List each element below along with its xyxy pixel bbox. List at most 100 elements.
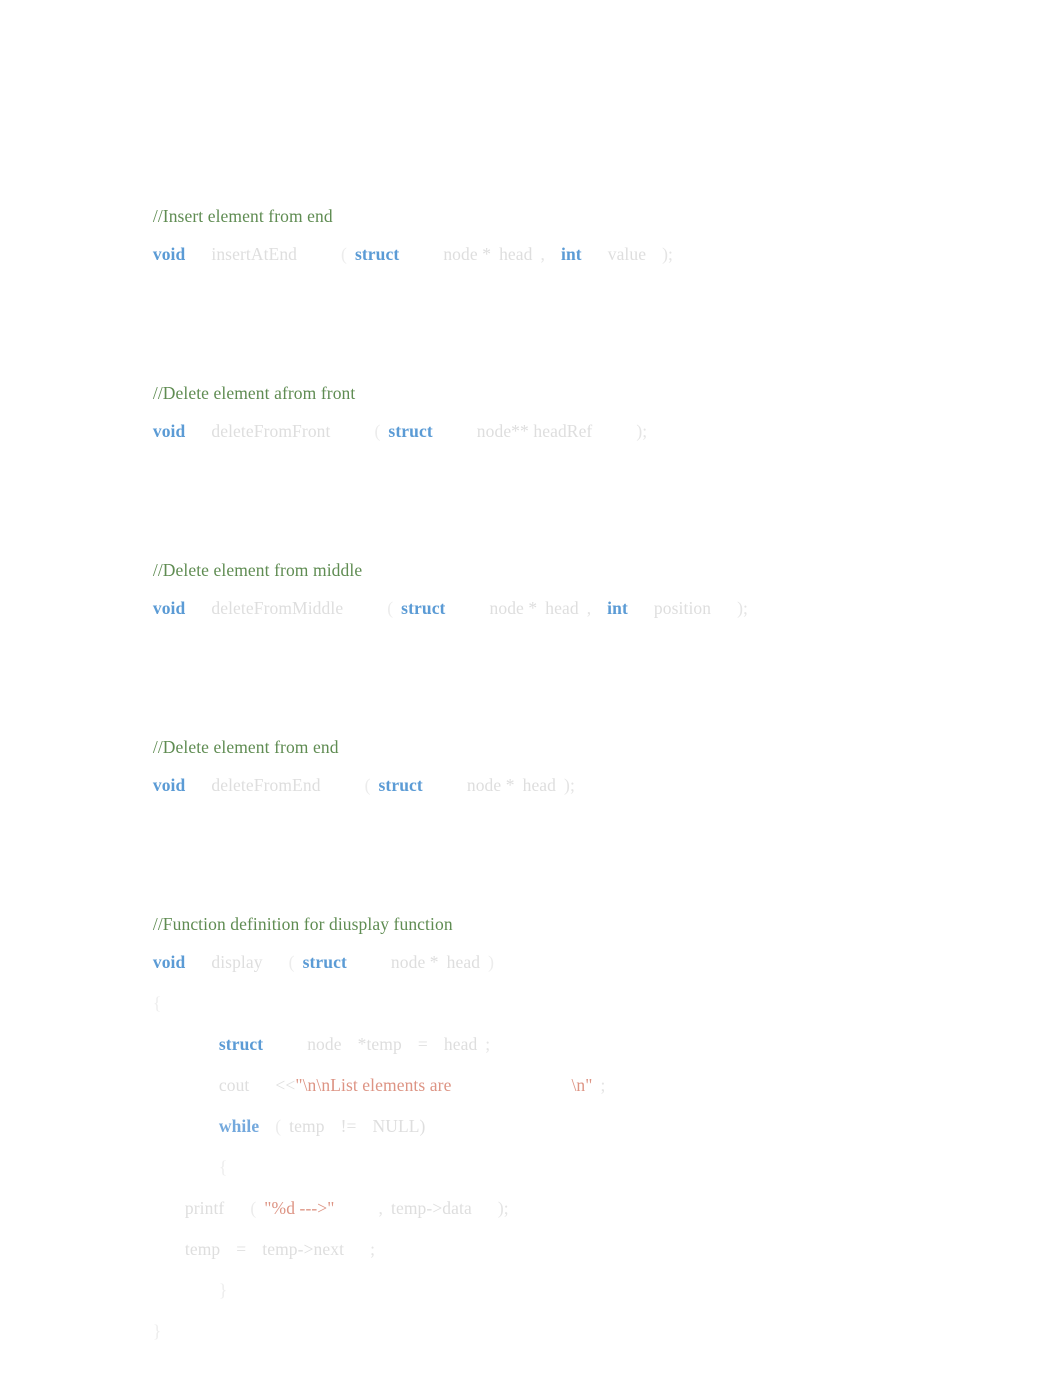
close-paren-semicolon: ); <box>497 1197 509 1218</box>
close-paren-semicolon: ); <box>636 420 648 441</box>
open-paren: ( <box>387 597 394 618</box>
keyword-int: int <box>607 597 628 618</box>
document-page: //Insert element from end void insertAtEn… <box>0 0 1062 1376</box>
display-close-brace: } <box>126 1305 1006 1340</box>
statement-printf: printf ( "%d --->", temp->data); <box>126 1182 1006 1217</box>
declaration-delete-from-middle: void deleteFromMiddle ( struct node * head, in… <box>126 582 1006 617</box>
close-paren-semicolon: ); <box>737 597 748 618</box>
keyword-struct: struct <box>302 951 347 972</box>
value-temp-next: temp->next <box>262 1238 345 1259</box>
keyword-while: while <box>218 1115 260 1136</box>
format-string: "%d --->" <box>264 1197 335 1218</box>
brace-open: { <box>152 992 162 1013</box>
keyword-struct: struct <box>401 597 446 618</box>
param2-name: value <box>607 243 647 264</box>
comment-display-function: //Function definition for diusplay funct… <box>126 898 1006 933</box>
variable-temp: temp <box>184 1238 221 1259</box>
while-close-brace: } <box>126 1264 1006 1299</box>
statement-while: while ( temp != NULL) <box>126 1100 1006 1135</box>
type-node: node <box>307 1033 342 1054</box>
keyword-void: void <box>152 243 186 264</box>
code-block: //Insert element from end void insertAtEn… <box>126 190 1006 1340</box>
comment-text: //Delete element from middle <box>152 559 363 580</box>
brace-open: { <box>218 1156 228 1177</box>
param-type: node * <box>390 951 439 972</box>
comma: , <box>586 597 592 618</box>
param-name: head <box>522 774 557 795</box>
keyword-struct: struct <box>354 243 400 264</box>
function-name: insertAtEnd <box>211 243 298 264</box>
keyword-void: void <box>152 951 186 972</box>
comment-text: //Delete element afrom front <box>152 382 356 403</box>
open-paren: ( <box>275 1115 282 1136</box>
variable-temp: *temp <box>357 1033 402 1054</box>
param-type: node * <box>443 243 492 264</box>
while-open-brace: { <box>126 1141 1006 1176</box>
semicolon: ; <box>370 1238 376 1259</box>
open-paren: ( <box>341 243 347 264</box>
argument-temp-data: temp->data <box>391 1197 472 1218</box>
null-literal: NULL) <box>372 1115 426 1136</box>
comment-text: //Delete element from end <box>152 736 339 757</box>
keyword-struct: struct <box>218 1033 264 1054</box>
function-name: deleteFromMiddle <box>211 597 344 618</box>
keyword-void: void <box>152 774 186 795</box>
open-paren: ( <box>250 1197 257 1218</box>
brace-close: } <box>152 1320 162 1341</box>
param-type: node * <box>466 774 515 795</box>
param-name: head <box>545 597 579 618</box>
function-name: deleteFromEnd <box>211 774 321 795</box>
semicolon: ; <box>600 1074 606 1095</box>
statement-cout: cout <<"\n\nList elements are \n"; <box>126 1059 1006 1094</box>
comma: , <box>540 243 545 264</box>
open-paren: ( <box>364 774 371 795</box>
assign-operator: = <box>417 1033 428 1054</box>
close-paren: ) <box>488 951 495 972</box>
keyword-struct: struct <box>388 420 433 441</box>
string-literal-end: \n" <box>571 1074 593 1095</box>
declaration-delete-from-end: void deleteFromEnd ( struct node * head); <box>126 759 1006 794</box>
param-type: node** headRef <box>476 420 593 441</box>
open-paren: ( <box>288 951 295 972</box>
function-printf: printf <box>184 1197 225 1218</box>
not-equal-operator: != <box>340 1115 357 1136</box>
statement-temp-declaration: struct node *temp = head; <box>126 1018 1006 1053</box>
signature-display: void display ( struct node * head) <box>126 936 1006 971</box>
stream-insert-operator: << <box>275 1074 296 1095</box>
value-head: head <box>443 1033 478 1054</box>
function-name: display <box>211 951 263 972</box>
string-literal-start: "\n\nList elements are <box>295 1074 452 1095</box>
close-paren-semicolon: ); <box>564 774 575 795</box>
display-open-brace: { <box>126 977 1006 1012</box>
keyword-int: int <box>560 243 582 264</box>
comment-text: //Insert element from end <box>152 205 333 226</box>
stream-cout: cout <box>218 1074 250 1095</box>
param-name: head <box>499 243 533 264</box>
keyword-void: void <box>152 597 186 618</box>
keyword-void: void <box>152 420 186 441</box>
statement-temp-advance: temp = temp->next; <box>126 1223 1006 1258</box>
declaration-delete-from-front: void deleteFromFront ( struct node** headRef… <box>126 405 1006 440</box>
assign-operator: = <box>236 1238 247 1259</box>
brace-close: } <box>218 1279 228 1300</box>
comment-delete-from-front: //Delete element afrom front <box>126 367 1006 402</box>
comment-delete-from-middle: //Delete element from middle <box>126 544 1006 579</box>
param2-name: position <box>653 597 712 618</box>
semicolon: ; <box>485 1033 491 1054</box>
param-type: node * <box>489 597 538 618</box>
param-name: head <box>446 951 481 972</box>
close-paren-semicolon: ); <box>662 243 674 264</box>
function-name: deleteFromFront <box>211 420 331 441</box>
variable-temp: temp <box>289 1115 325 1136</box>
open-paren: ( <box>374 420 381 441</box>
comma: , <box>378 1197 384 1218</box>
comment-insert-at-end: //Insert element from end <box>126 190 1006 225</box>
keyword-struct: struct <box>378 774 423 795</box>
